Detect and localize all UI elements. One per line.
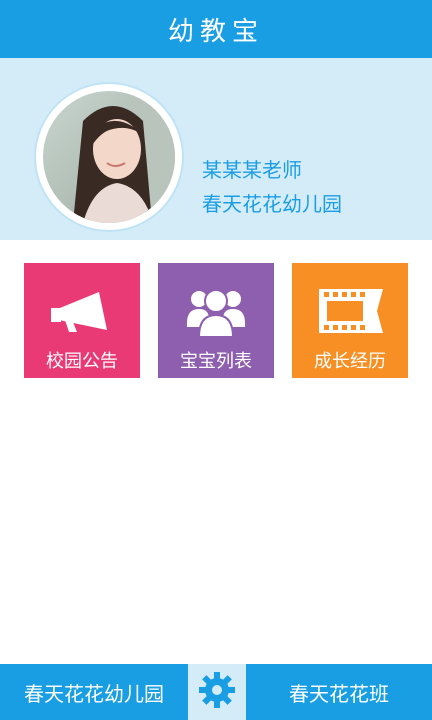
baby-list-label: 宝宝列表 [180,351,252,372]
baby-list-tile[interactable]: 宝宝列表 [158,263,274,378]
growth-history-label: 成长经历 [314,351,386,372]
profile-panel: 某某某老师 春天花花幼儿园 [0,58,432,240]
app-title: 幼教宝 [167,16,264,47]
campus-notice-tile[interactable]: 校园公告 [24,263,140,378]
campus-notice-label: 校园公告 [46,351,118,372]
bottom-bar: 春天花花幼儿园 春天花花班 [0,664,432,720]
gear-icon [197,670,237,714]
growth-history-tile[interactable]: 成长经历 [292,263,408,378]
settings-button[interactable] [188,664,246,720]
avatar[interactable] [43,91,175,223]
teacher-name: 某某某老师 [202,158,302,182]
school-name: 春天花花幼儿园 [202,192,342,216]
avatar-frame [36,84,182,230]
app-header: 幼教宝 [0,0,432,58]
bottom-school-button[interactable]: 春天花花幼儿园 [0,664,188,720]
film-icon [292,281,408,341]
bottom-class-button[interactable]: 春天花花班 [246,664,432,720]
group-icon [158,281,274,341]
megaphone-icon [24,281,140,341]
